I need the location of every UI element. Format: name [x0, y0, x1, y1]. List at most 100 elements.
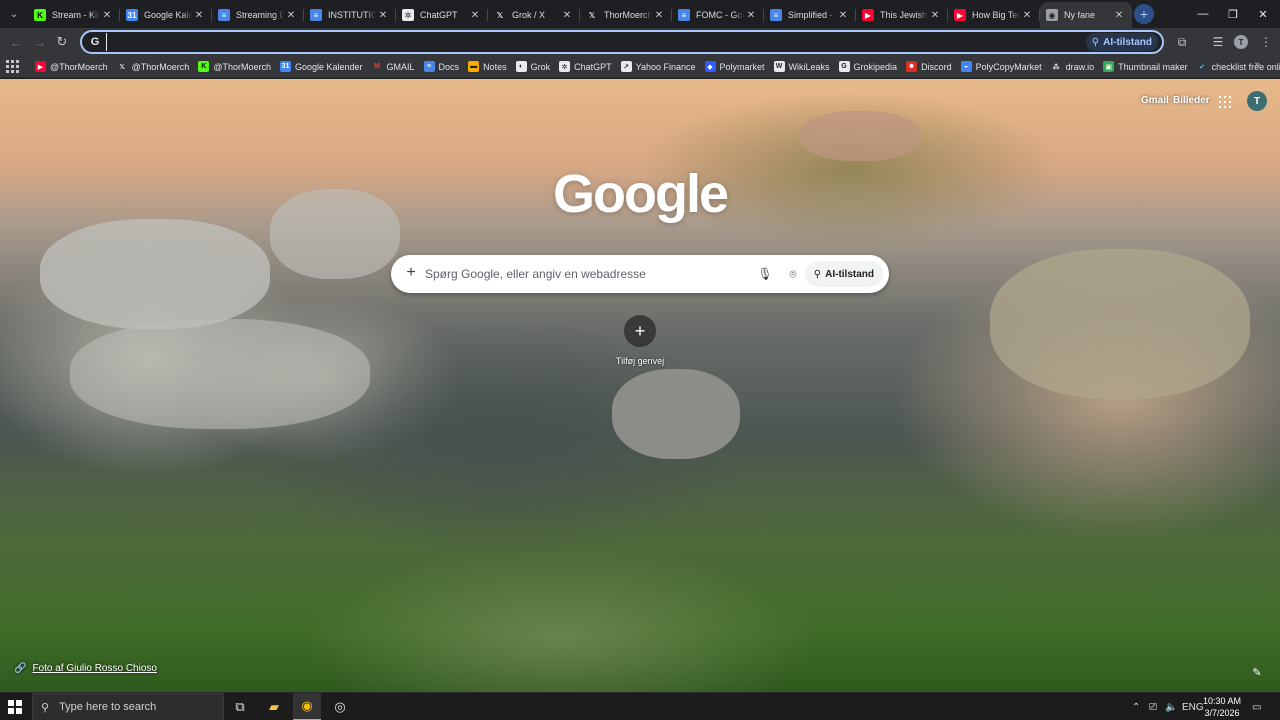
tab-close-icon[interactable]: ✕	[1020, 10, 1034, 21]
network-icon[interactable]: ⎚	[1149, 693, 1157, 720]
bookmark-item[interactable]: ◆ Polymarket	[704, 61, 765, 72]
notifications-icon[interactable]: ▭	[1252, 693, 1261, 720]
bookmark-item[interactable]: M GMAIL	[371, 61, 415, 72]
bookmark-item[interactable]: ▶ @ThorMoerch	[35, 61, 108, 72]
bookmark-label: WikiLeaks	[788, 61, 830, 72]
close-window-icon[interactable]: ✕	[1248, 0, 1278, 28]
browser-tab[interactable]: 31 Google Kalender✕	[120, 3, 212, 27]
tab-close-icon[interactable]: ✕	[744, 10, 758, 21]
tray-chevron-icon[interactable]: ⌃	[1132, 693, 1140, 720]
windows-taskbar: ⚲ Type here to search ⧉ ▰ ◉ ◎ ⌃ ⎚ 🔈 ENG …	[0, 692, 1280, 720]
language-indicator[interactable]: ENG	[1182, 693, 1204, 720]
restore-icon[interactable]: ❐	[1218, 0, 1248, 28]
microphone-icon[interactable]: 🎙	[757, 266, 773, 282]
tab-close-icon[interactable]: ✕	[468, 10, 482, 21]
tab-title: Ny fane	[1064, 10, 1096, 20]
customize-pencil-icon[interactable]: ✎	[1248, 663, 1266, 681]
tab-list: KStream - Kick✕31Google Kalender✕≡Stream…	[28, 2, 1132, 28]
bookmark-label: Thumbnail maker	[1118, 61, 1188, 72]
taskbar-search-box[interactable]: ⚲ Type here to search	[32, 693, 224, 720]
bookmark-item[interactable]: 31 Google Kalender	[279, 61, 363, 72]
browser-tab[interactable]: ▶ This Jewish Fa✕	[856, 3, 948, 27]
tab-close-icon[interactable]: ✕	[836, 10, 850, 21]
bookmark-item[interactable]: ▣ Thumbnail maker	[1103, 61, 1188, 72]
calendar-icon: 31	[279, 61, 291, 72]
polycopy-icon: ◒	[960, 61, 972, 72]
ntp-ai-mode-button[interactable]: ⚲ AI-tilstand	[804, 261, 883, 287]
bookmark-item[interactable]: ☻ Discord	[906, 61, 952, 72]
polymarket-icon: ◆	[704, 61, 716, 72]
browser-tab[interactable]: 𝕏 ThorMoerch ✕	[580, 3, 672, 27]
bookmarks-overflow-chevron-icon[interactable]: »	[1254, 59, 1260, 70]
add-shortcut-plus-icon[interactable]: +	[624, 315, 656, 347]
bookmark-item[interactable]: ✔checklist free online	[1196, 61, 1280, 72]
extensions-puzzle-icon[interactable]: ⧉	[1174, 34, 1190, 50]
bookmark-item[interactable]: ▬ Notes	[468, 61, 507, 72]
browser-tab[interactable]: ≡ INSTITUTIONAL✕	[304, 3, 396, 27]
bookmark-item[interactable]: ◒ PolyCopyMarket	[960, 61, 1042, 72]
google-apps-icon[interactable]	[1219, 96, 1231, 108]
browser-tab[interactable]: ▶ How Big Tech✕	[948, 3, 1040, 27]
bookmark-item[interactable]: ⁂ draw.io	[1050, 61, 1094, 72]
bookmark-item[interactable]: W WikiLeaks	[773, 61, 830, 72]
tab-search-dropdown-icon[interactable]: ⌄	[4, 4, 24, 24]
forward-arrow-icon[interactable]: →	[30, 32, 50, 52]
minimize-icon[interactable]: —	[1188, 0, 1218, 28]
images-link[interactable]: Billeder	[1173, 95, 1210, 106]
browser-tab[interactable]: K Stream - Kick✕	[28, 3, 120, 27]
tab-title: Simplified - G	[788, 10, 836, 20]
add-shortcut-tile[interactable]: + Tilføj genvej	[608, 315, 672, 366]
bookmark-label: Docs	[438, 61, 460, 72]
recording-app-icon[interactable]: ◎	[326, 693, 354, 720]
photo-credit-text[interactable]: Foto af Giulio Rosso Chioso	[32, 663, 157, 674]
back-arrow-icon[interactable]: ←	[6, 32, 26, 52]
profile-avatar[interactable]: T	[1234, 35, 1248, 49]
omnibox-ai-mode-button[interactable]: ⚲ AI-tilstand	[1085, 33, 1158, 51]
apps-grid-icon[interactable]	[6, 59, 19, 74]
bookmark-label: checklist free online	[1211, 61, 1280, 72]
grok-icon: ◐	[515, 61, 527, 72]
photo-credit[interactable]: 🔗 Foto af Giulio Rosso Chioso	[14, 663, 157, 674]
new-tab-button[interactable]: +	[1134, 4, 1154, 24]
taskbar-clock[interactable]: 10:30 AM 3/7/2026	[1202, 695, 1242, 719]
tab-close-icon[interactable]: ✕	[560, 10, 574, 21]
ntp-search-input[interactable]	[425, 264, 745, 284]
browser-tab[interactable]: ≡ Simplified - G✕	[764, 3, 856, 27]
wikileaks-icon: W	[773, 61, 785, 72]
plus-icon[interactable]: +	[403, 265, 419, 281]
gmail-link[interactable]: Gmail	[1141, 95, 1169, 106]
browser-tab[interactable]: ◉ Ny fane ✕	[1040, 2, 1132, 28]
bookmark-label: Yahoo Finance	[635, 61, 696, 72]
kebab-menu-icon[interactable]: ⋮	[1258, 34, 1274, 50]
bookmark-item[interactable]: ≡ Docs	[423, 61, 460, 72]
google-lens-icon[interactable]: ⌾	[785, 266, 801, 282]
volume-icon[interactable]: 🔈	[1165, 693, 1177, 720]
tab-close-icon[interactable]: ✕	[192, 10, 206, 21]
ntp-searchbox[interactable]: + 🎙 ⌾ ⚲ AI-tilstand	[391, 255, 889, 293]
bookmark-item[interactable]: ◐ Grok	[515, 61, 550, 72]
reading-list-icon[interactable]: ☰	[1210, 34, 1226, 50]
file-explorer-icon[interactable]: ▰	[260, 693, 288, 720]
browser-tab[interactable]: ≡ FOMC - Google✕	[672, 3, 764, 27]
bookmark-item[interactable]: G Grokipedia	[838, 61, 897, 72]
reload-icon[interactable]: ↻	[52, 32, 72, 52]
chrome-taskbar-icon[interactable]: ◉	[293, 693, 321, 720]
tab-close-icon[interactable]: ✕	[652, 10, 666, 21]
browser-tab[interactable]: 𝕏 Grok / X ✕	[488, 3, 580, 27]
tab-close-icon[interactable]: ✕	[284, 10, 298, 21]
browser-tab[interactable]: ✲ ChatGPT ✕	[396, 3, 488, 27]
windows-start-icon[interactable]	[8, 700, 22, 714]
tab-close-icon[interactable]: ✕	[1112, 10, 1126, 21]
account-avatar[interactable]: T	[1247, 91, 1267, 111]
omnibox[interactable]: G ⚲ AI-tilstand	[80, 30, 1164, 54]
task-view-icon[interactable]: ⧉	[226, 693, 254, 720]
bookmark-item[interactable]: K @ThorMoerch	[198, 61, 271, 72]
bookmark-item[interactable]: ✲ ChatGPT	[559, 61, 612, 72]
tab-close-icon[interactable]: ✕	[100, 10, 114, 21]
browser-tab[interactable]: ≡ Streaming Dashboard✕	[212, 3, 304, 27]
tab-close-icon[interactable]: ✕	[928, 10, 942, 21]
omnibox-input[interactable]	[106, 33, 1066, 51]
bookmark-item[interactable]: 𝕏 @ThorMoerch	[116, 61, 189, 72]
tab-close-icon[interactable]: ✕	[376, 10, 390, 21]
bookmark-item[interactable]: ↗ Yahoo Finance	[620, 61, 696, 72]
